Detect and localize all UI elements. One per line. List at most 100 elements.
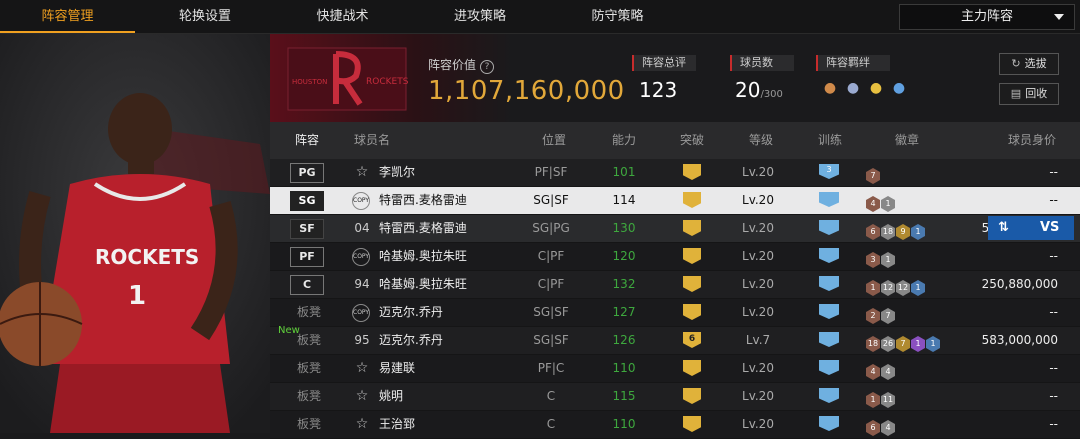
roster-row[interactable]: SG COPY 特雷西.麦格雷迪 SG|SF 114 Lv.20 4 1 -- bbox=[270, 187, 1080, 215]
player-power: 110 bbox=[612, 361, 636, 375]
player-name[interactable]: 迈克尔.乔丹 bbox=[379, 299, 443, 326]
roster-row[interactable]: SF04特雷西.麦格雷迪SG|PG130Lv.2061891583,000,00… bbox=[270, 215, 1080, 243]
position-slot[interactable]: PF bbox=[290, 247, 324, 267]
badge-icon: 7 bbox=[896, 336, 910, 352]
player-number: 04 bbox=[354, 221, 370, 235]
player-number: 94 bbox=[354, 277, 370, 291]
vs-label: VS bbox=[1040, 220, 1060, 235]
breakthrough-icon[interactable] bbox=[683, 304, 701, 320]
new-badge: New bbox=[278, 325, 300, 336]
player-name[interactable]: 易建联 bbox=[379, 355, 415, 382]
training-icon[interactable] bbox=[819, 388, 839, 403]
badge-icon: 9 bbox=[896, 224, 910, 240]
tab-quick-tactics[interactable]: 快捷战术 bbox=[275, 0, 410, 33]
training-icon[interactable] bbox=[819, 220, 839, 235]
badge-list[interactable]: 31 bbox=[866, 247, 896, 268]
badge-icon: 2 bbox=[866, 308, 880, 324]
roster-row[interactable]: 板凳 ☆ 姚明 C 115 Lv.20 1 11 -- bbox=[270, 383, 1080, 411]
badge-list[interactable]: 44 bbox=[866, 359, 896, 380]
help-icon[interactable]: ? bbox=[480, 60, 495, 74]
tab-lineup-management[interactable]: 阵容管理 bbox=[0, 0, 135, 33]
player-position: SG|PG bbox=[532, 221, 570, 235]
training-icon[interactable]: 3 bbox=[819, 164, 839, 179]
lineup-dropdown[interactable]: 主力阵容 bbox=[899, 4, 1075, 30]
breakthrough-icon[interactable] bbox=[683, 164, 701, 180]
chemistry-icon[interactable]: ● bbox=[844, 79, 862, 97]
badge-list[interactable]: 1 11 bbox=[866, 387, 896, 408]
roster-row[interactable]: 板凳 ☆ 易建联 PF|C 110 Lv.20 4 4 -- bbox=[270, 355, 1080, 383]
swap-icon: ⇅ bbox=[998, 220, 1009, 235]
training-icon[interactable] bbox=[819, 304, 839, 319]
badge-list[interactable]: 64 bbox=[866, 415, 896, 436]
badge-icon: 6 bbox=[866, 420, 880, 436]
badge-list[interactable]: 41 bbox=[866, 191, 896, 212]
roster-row[interactable]: 板凳 ☆ 王治郅 C 110 Lv.20 6 4 -- bbox=[270, 411, 1080, 439]
training-icon[interactable] bbox=[819, 360, 839, 375]
roster-table-header: 阵容 球员名 位置 能力 突破 等级 训练 徽章 球员身价 bbox=[270, 122, 1080, 159]
badge-icon: 1 bbox=[866, 392, 880, 408]
col-price: 球员身价 bbox=[1008, 133, 1057, 147]
player-position: SG|SF bbox=[533, 193, 569, 207]
bench-label: 板凳 bbox=[297, 389, 322, 403]
training-icon[interactable] bbox=[819, 192, 839, 207]
badge-list[interactable]: 7 bbox=[866, 163, 881, 184]
position-slot[interactable]: C bbox=[290, 275, 324, 295]
bench-label: 板凳 bbox=[297, 361, 322, 375]
breakthrough-icon[interactable] bbox=[683, 416, 701, 432]
tab-rotation-settings[interactable]: 轮换设置 bbox=[135, 0, 275, 33]
svg-text:ROCKETS: ROCKETS bbox=[366, 77, 409, 87]
breakthrough-icon[interactable] bbox=[683, 276, 701, 292]
recycle-button[interactable]: ▤ 回收 bbox=[999, 83, 1059, 105]
roster-row[interactable]: C 94 哈基姆.奥拉朱旺 C|PF 132 Lv.20 1 12 12 1 250,880,000 bbox=[270, 271, 1080, 299]
player-number: 95 bbox=[354, 333, 370, 347]
chemistry-icon[interactable]: ● bbox=[867, 79, 885, 97]
breakthrough-icon[interactable] bbox=[683, 192, 701, 208]
player-name[interactable]: 哈基姆.奥拉朱旺 bbox=[379, 243, 467, 270]
player-name[interactable]: 王治郅 bbox=[379, 411, 415, 438]
player-name[interactable]: 姚明 bbox=[379, 383, 403, 410]
position-slot[interactable]: PG bbox=[290, 163, 324, 183]
training-icon[interactable] bbox=[819, 248, 839, 263]
select-button[interactable]: ↻ 选拔 bbox=[999, 53, 1059, 75]
roster-row[interactable]: PF COPY 哈基姆.奥拉朱旺 C|PF 120 Lv.20 3 1 -- bbox=[270, 243, 1080, 271]
lineup-value-label: 阵容价值? bbox=[428, 56, 495, 74]
breakthrough-icon[interactable] bbox=[683, 360, 701, 376]
breakthrough-icon[interactable] bbox=[683, 248, 701, 264]
training-icon[interactable] bbox=[819, 416, 839, 431]
recycle-icon: ▤ bbox=[1010, 87, 1022, 100]
breakthrough-icon[interactable]: 6 bbox=[683, 332, 701, 348]
tab-defense-strategy[interactable]: 防守策略 bbox=[550, 0, 685, 33]
roster-row[interactable]: 板凳 New 95 迈克尔.乔丹 SG|SF 126 6 Lv.7 18 26 7 1 1 583,000… bbox=[270, 325, 1080, 355]
player-name[interactable]: 李凯尔 bbox=[379, 159, 415, 186]
badge-list[interactable]: 27 bbox=[866, 303, 896, 324]
player-name[interactable]: 特雷西.麦格雷迪 bbox=[379, 215, 467, 242]
player-power: 101 bbox=[612, 165, 636, 179]
badge-icon: 12 bbox=[896, 280, 910, 296]
top-tab-bar: 阵容管理 轮换设置 快捷战术 进攻策略 防守策略 主力阵容 bbox=[0, 0, 1080, 34]
player-name[interactable]: 哈基姆.奥拉朱旺 bbox=[379, 271, 467, 298]
roster-row[interactable]: 板凳 COPY 迈克尔.乔丹 SG|SF 127 Lv.20 2 7 -- bbox=[270, 299, 1080, 327]
chemistry-icon[interactable]: ● bbox=[890, 79, 908, 97]
breakthrough-icon[interactable] bbox=[683, 220, 701, 236]
training-icon[interactable] bbox=[819, 332, 839, 347]
breakthrough-icon[interactable] bbox=[683, 388, 701, 404]
player-name[interactable]: 迈克尔.乔丹 bbox=[379, 327, 443, 354]
player-name[interactable]: 特雷西.麦格雷迪 bbox=[379, 187, 467, 214]
training-icon[interactable] bbox=[819, 276, 839, 291]
bench-label: 板凳 bbox=[297, 333, 322, 347]
badge-icon: 7 bbox=[881, 308, 895, 324]
position-slot[interactable]: SF bbox=[290, 219, 324, 239]
badge-icon: 26 bbox=[881, 336, 895, 352]
roster-row[interactable]: PG ☆ 李凯尔 PF|SF 101 Lv.20 3 7 -- bbox=[270, 159, 1080, 187]
player-power: 114 bbox=[612, 193, 636, 207]
chemistry-icon[interactable]: ● bbox=[821, 79, 839, 97]
col-slot: 阵容 bbox=[295, 133, 320, 147]
swap-vs-button[interactable]: ⇅ VS bbox=[988, 216, 1074, 240]
player-position: SG|SF bbox=[533, 333, 569, 347]
player-position: PF|C bbox=[537, 361, 565, 375]
player-level: Lv.7 bbox=[745, 333, 771, 347]
chevron-down-icon bbox=[1054, 14, 1064, 20]
tab-offense-strategy[interactable]: 进攻策略 bbox=[410, 0, 550, 33]
player-price: -- bbox=[1049, 249, 1058, 263]
position-slot[interactable]: SG bbox=[290, 191, 324, 211]
